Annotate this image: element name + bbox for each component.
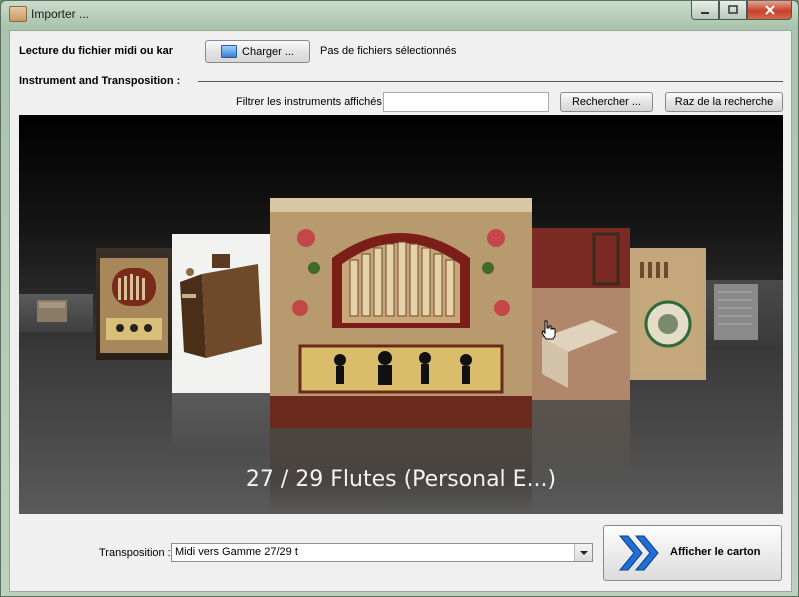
organ-thumb (100, 258, 168, 353)
document-thumb (714, 284, 758, 340)
reset-search-button[interactable]: Raz de la recherche (665, 92, 783, 112)
window-controls (691, 1, 792, 20)
file-status-text: Pas de fichiers sélectionnés (320, 45, 457, 57)
dialog-content: Lecture du fichier midi ou kar Charger .… (9, 30, 792, 592)
instrument-thumb (37, 300, 67, 322)
load-file-button[interactable]: Charger ... (205, 40, 310, 63)
room-organ-thumb (532, 228, 630, 400)
section-divider (198, 81, 783, 82)
street-organ-image (270, 198, 532, 428)
minimize-button[interactable] (691, 1, 719, 20)
instrument-section-label: Instrument and Transposition : (19, 75, 181, 87)
folder-icon (221, 45, 238, 58)
decorated-organ-thumb (634, 256, 702, 372)
title-bar[interactable]: Importer ... (1, 1, 798, 27)
maximize-button[interactable] (719, 1, 747, 20)
window-title: Importer ... (31, 7, 90, 21)
left-cover-reflection (172, 393, 270, 453)
load-file-button-label: Charger ... (242, 45, 294, 58)
show-card-button-label: Afficher le carton (670, 546, 761, 558)
barrel-organ-thumb (180, 254, 262, 358)
show-card-button[interactable]: Afficher le carton (603, 525, 782, 581)
chevron-down-icon[interactable] (574, 544, 592, 561)
instrument-cover-left-2[interactable] (96, 248, 172, 360)
filter-label: Filtrer les instruments affichés : (236, 96, 389, 108)
instrument-cover-right-1[interactable] (532, 228, 630, 400)
hand-cursor-icon (541, 320, 556, 340)
instrument-cover-far-left[interactable] (19, 294, 93, 332)
instrument-cover-far-right[interactable] (706, 280, 783, 346)
close-button[interactable] (747, 1, 792, 20)
file-section-label: Lecture du fichier midi ou kar (19, 45, 174, 57)
app-icon (9, 6, 27, 22)
instrument-cover-left-1[interactable] (172, 234, 270, 393)
filter-input[interactable] (383, 92, 549, 112)
search-button[interactable]: Rechercher ... (560, 92, 653, 112)
minimize-icon (701, 12, 709, 14)
selected-instrument-caption: 27 / 29 Flutes (Personal E...) (245, 467, 557, 492)
transposition-select[interactable]: Midi vers Gamme 27/29 t (171, 543, 593, 562)
maximize-icon (728, 5, 738, 14)
instrument-cover-right-2[interactable] (630, 248, 706, 380)
transposition-selected-value: Midi vers Gamme 27/29 t (175, 546, 298, 558)
instrument-cover-selected[interactable] (270, 198, 532, 428)
transposition-label: Transposition : (99, 547, 171, 559)
instrument-coverflow[interactable]: 27 / 29 Flutes (Personal E...) (19, 115, 783, 514)
double-chevron-right-icon (618, 535, 659, 571)
close-icon (764, 5, 775, 15)
importer-window: Importer ... Lecture du fichier midi ou … (0, 0, 799, 597)
